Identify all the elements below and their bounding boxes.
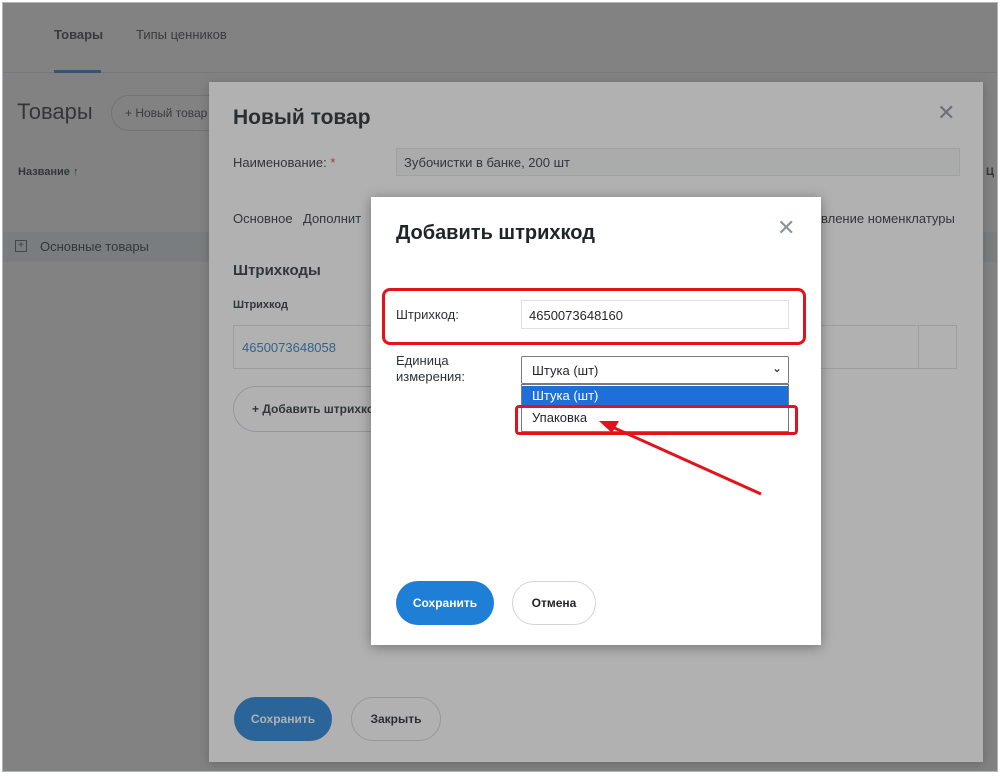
arrow-shaft — [609, 424, 762, 496]
annotation-arrow-icon — [599, 421, 762, 496]
screenshot-frame: Товары Типы ценников Товары + Новый това… — [2, 2, 998, 772]
arrow-head — [599, 421, 619, 433]
